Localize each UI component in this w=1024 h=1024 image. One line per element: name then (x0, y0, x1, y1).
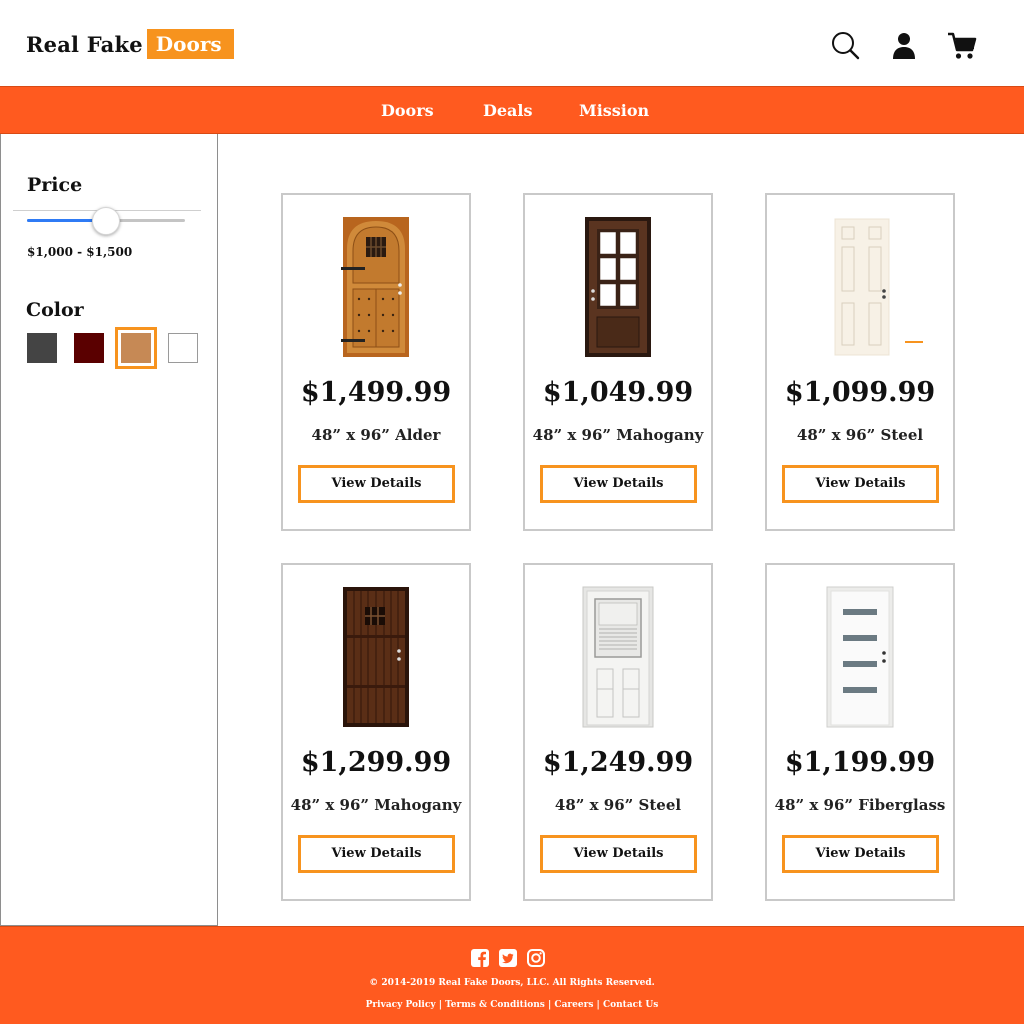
product-price: $1,099.99 (784, 377, 936, 408)
door-image[interactable] (525, 215, 711, 361)
brand-name: Real Fake (26, 31, 143, 57)
footer-link-contact[interactable]: Contact Us (603, 1000, 658, 1010)
product-description: 48” x 96” Mahogany (532, 426, 704, 444)
door-image[interactable] (283, 585, 469, 731)
footer-link-terms[interactable]: Terms & Conditions (445, 1000, 545, 1010)
price-filter-title: Price (27, 174, 83, 196)
product-card: $1,099.99 48” x 96” Steel View Details (765, 193, 955, 531)
price-slider[interactable] (13, 207, 201, 235)
product-price: $1,199.99 (784, 747, 936, 778)
filter-sidebar: Price $1,000 - $1,500 Color (0, 134, 218, 926)
product-description: 48” x 96” Alder (311, 426, 441, 444)
link-separator: | (435, 1000, 446, 1010)
product-card: $1,049.99 48” x 96” Mahogany View Detail… (523, 193, 713, 531)
product-card: $1,499.99 48” x 96” Alder View Details (281, 193, 471, 531)
slider-thumb[interactable] (92, 207, 120, 235)
product-card: $1,299.99 48” x 96” Mahogany View Detail… (281, 563, 471, 901)
twitter-icon[interactable] (498, 948, 518, 968)
view-details-button[interactable]: View Details (782, 465, 939, 503)
site-header: Real Fake Doors (0, 0, 1024, 86)
view-details-button[interactable]: View Details (782, 835, 939, 873)
footer-link-careers[interactable]: Careers (554, 1000, 593, 1010)
color-swatch-tan[interactable] (115, 327, 157, 369)
product-price: $1,049.99 (542, 377, 694, 408)
brand-highlight: Doors (146, 29, 234, 59)
product-description: 48” x 96” Mahogany (290, 796, 462, 814)
door-image[interactable] (767, 215, 953, 361)
link-separator: | (544, 1000, 555, 1010)
product-description: 48” x 96” Steel (796, 426, 924, 444)
view-details-button[interactable]: View Details (298, 835, 455, 873)
user-icon[interactable] (888, 30, 920, 62)
view-details-button[interactable]: View Details (540, 465, 697, 503)
main-nav: Doors Deals Mission (0, 86, 1024, 134)
color-swatch-charcoal[interactable] (27, 333, 57, 363)
nav-item-doors[interactable]: Doors (381, 87, 434, 135)
brand-logo[interactable]: Real Fake Doors (26, 29, 234, 59)
view-details-button[interactable]: View Details (298, 465, 455, 503)
link-separator: | (593, 1000, 603, 1010)
door-image[interactable] (283, 215, 469, 361)
product-price: $1,299.99 (300, 747, 452, 778)
copyright-text: © 2014-2019 Real Fake Doors, LLC. All Ri… (369, 978, 655, 988)
footer-link-privacy[interactable]: Privacy Policy (366, 1000, 436, 1010)
site-footer: © 2014-2019 Real Fake Doors, LLC. All Ri… (0, 926, 1024, 1024)
product-card: $1,199.99 48” x 96” Fiberglass View Deta… (765, 563, 955, 901)
product-description: 48” x 96” Fiberglass (774, 796, 946, 814)
facebook-icon[interactable] (470, 948, 490, 968)
door-image[interactable] (525, 585, 711, 731)
product-card: $1,249.99 48” x 96” Steel View Details (523, 563, 713, 901)
product-price: $1,249.99 (542, 747, 694, 778)
search-icon[interactable] (830, 30, 862, 62)
nav-item-mission[interactable]: Mission (579, 87, 649, 135)
price-range-label: $1,000 - $1,500 (27, 245, 133, 259)
product-price: $1,499.99 (300, 377, 452, 408)
color-swatch-white[interactable] (168, 333, 198, 363)
color-filter-title: Color (26, 299, 84, 321)
product-description: 48” x 96” Steel (554, 796, 682, 814)
cart-icon[interactable] (946, 30, 978, 62)
door-image[interactable] (767, 585, 953, 731)
instagram-icon[interactable] (526, 948, 546, 968)
footer-links: Privacy Policy | Terms & Conditions | Ca… (0, 1000, 1024, 1010)
nav-item-deals[interactable]: Deals (483, 87, 533, 135)
color-swatch-dark-red[interactable] (74, 333, 104, 363)
view-details-button[interactable]: View Details (540, 835, 697, 873)
